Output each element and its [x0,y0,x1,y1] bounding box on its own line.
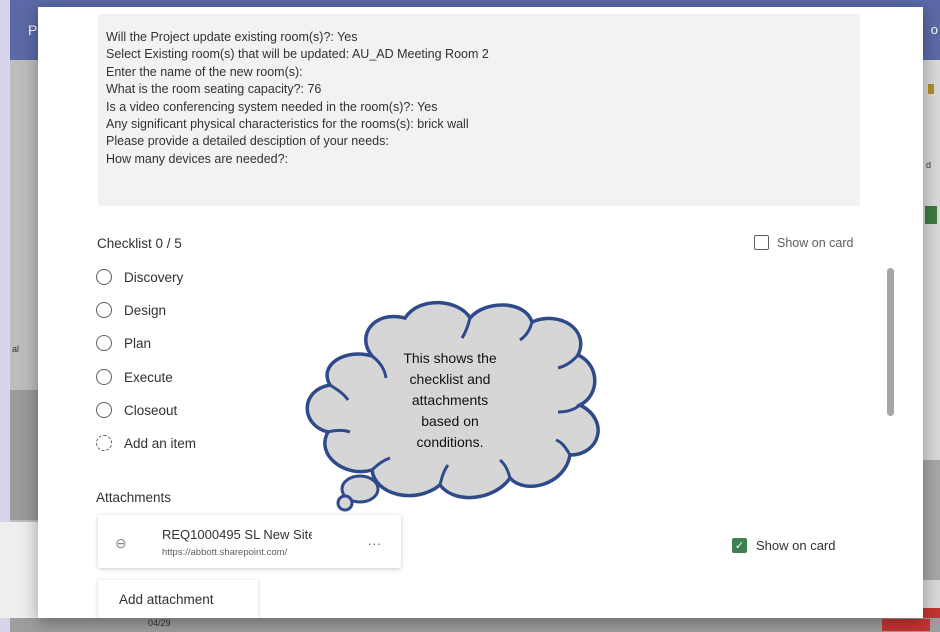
checklist-item[interactable]: Discovery [96,269,183,285]
background-bottom-row: 04/29 [10,618,940,632]
task-details-dialog: Will the Project update existing room(s)… [38,7,923,618]
attachment-title[interactable]: REQ1000495 SL New Site E [162,527,312,542]
show-on-card-label: Show on card [756,538,836,553]
show-on-card-label: Show on card [777,235,854,250]
link-icon: ⊖ [115,535,127,551]
task-description[interactable]: Will the Project update existing room(s)… [98,14,860,206]
add-attachment-button[interactable]: Add attachment [98,580,258,618]
background-date: 04/29 [148,618,171,628]
description-line: Enter the name of the new room(s): [106,64,303,79]
checklist-item-label[interactable]: Design [124,303,166,318]
background-left-text: al [12,344,20,354]
scrollbar-thumb[interactable] [887,268,894,416]
callout-line: This shows the [403,350,497,366]
callout-line: checklist and [409,371,491,387]
checklist-item[interactable]: Closeout [96,402,177,418]
checklist-item-label[interactable]: Execute [124,370,173,385]
background-header-text: P [28,22,38,38]
description-line: What is the room seating capacity?: 76 [106,82,322,97]
checklist-item-label[interactable]: Plan [124,336,151,351]
description-line: Is a video conferencing system needed in… [106,99,438,114]
checklist-item[interactable]: Design [96,302,166,318]
checklist-item[interactable]: Execute [96,369,173,385]
attachment-item[interactable]: ⊖ REQ1000495 SL New Site E https://abbot… [98,515,401,568]
description-line: Any significant physical characteristics… [106,117,469,132]
background-left-panel [10,390,38,520]
checklist-show-on-card[interactable]: Show on card [754,235,853,250]
background-header-text-right: o [930,22,938,37]
checklist-item-label[interactable]: Discovery [124,270,183,285]
callout-line: attachments [411,392,489,408]
add-checklist-item[interactable]: Add an item [96,435,196,451]
checklist-item-checkbox[interactable] [96,369,112,385]
background-card [922,460,940,580]
background-green-label [925,206,937,224]
description-line: Will the Project update existing room(s)… [106,30,358,44]
checklist-item-checkbox[interactable] [96,269,112,285]
checklist-item-checkbox[interactable] [96,335,112,351]
attachment-show-on-card[interactable]: ✓ Show on card [732,538,836,553]
callout-line: conditions. [416,434,484,450]
background-left-strip [0,522,38,618]
add-item-label[interactable]: Add an item [124,436,196,451]
show-on-card-checkbox[interactable] [754,235,769,250]
callout-text: This shows the checklist and attachments… [375,348,525,453]
attachments-header: Attachments [96,490,172,505]
description-line: Select Existing room(s) that will be upd… [106,47,489,62]
background-red-badge [882,619,930,631]
background-right-text: d [926,160,932,170]
checklist-item-checkbox[interactable] [96,302,112,318]
checklist-item-checkbox[interactable] [96,402,112,418]
show-on-card-checkbox-checked[interactable]: ✓ [732,538,747,553]
checklist-item-label[interactable]: Closeout [124,403,177,418]
background-marker [928,84,934,94]
callout-line: based on [421,413,479,429]
checklist-header: Checklist 0 / 5 [97,236,182,251]
more-options-icon[interactable]: ... [368,533,382,548]
attachment-url: https://abbott.sharepoint.com/ [162,547,288,558]
description-line: Please provide a detailed desciption of … [106,134,389,149]
description-line: How many devices are needed?: [106,151,289,166]
add-item-icon[interactable] [96,435,112,451]
background-right-panel: d [922,60,940,632]
checklist-item[interactable]: Plan [96,335,151,351]
